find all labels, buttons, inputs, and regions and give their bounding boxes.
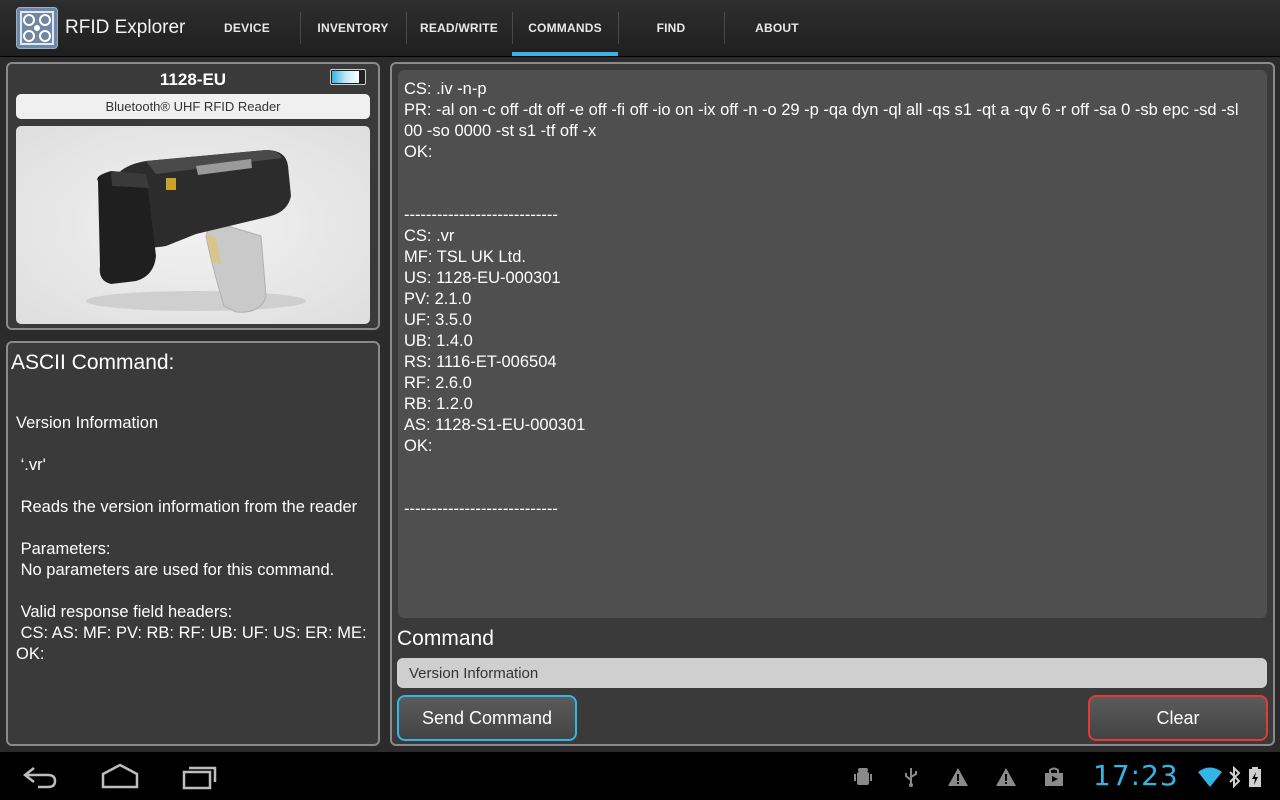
- status-clock: 17:23: [1093, 759, 1179, 792]
- command-info-panel: ASCII Command: Version Information ‘.vr'…: [6, 341, 380, 746]
- device-image: [16, 126, 370, 324]
- tab-device[interactable]: DEVICE: [194, 0, 300, 56]
- console-output[interactable]: CS: .iv -n-p PR: -al on -c off -dt off -…: [398, 70, 1267, 618]
- command-description: Version Information ‘.vr' Reads the vers…: [16, 414, 367, 663]
- shopping-bag-icon: [1045, 767, 1063, 786]
- device-name: 1128-EU: [159, 70, 227, 89]
- command-input[interactable]: [397, 658, 1267, 688]
- tab-commands[interactable]: COMMANDS: [512, 0, 618, 56]
- recent-apps-icon[interactable]: [180, 762, 220, 790]
- battery-level: [332, 71, 360, 83]
- tab-read-write[interactable]: READ/WRITE: [406, 0, 512, 56]
- app-title: RFID Explorer: [65, 17, 186, 38]
- command-label: Command: [397, 627, 494, 650]
- home-icon[interactable]: [100, 762, 140, 790]
- android-debug-icon: [854, 768, 872, 785]
- warning-icon: [996, 768, 1016, 786]
- warning-icon: [948, 768, 968, 786]
- send-command-button[interactable]: Send Command: [397, 695, 577, 741]
- system-bar: 17:23: [0, 752, 1280, 800]
- device-panel: 1128-EU Bluetooth® UHF RFID Reader: [6, 62, 380, 330]
- action-bar: RFID Explorer DEVICE INVENTORY READ/WRIT…: [0, 0, 1280, 57]
- usb-icon: [905, 768, 917, 787]
- rfid-app-icon[interactable]: [16, 7, 58, 49]
- bluetooth-icon: [1229, 766, 1241, 788]
- clear-button[interactable]: Clear: [1088, 695, 1268, 741]
- battery-icon: [330, 69, 366, 85]
- back-icon[interactable]: [20, 762, 60, 790]
- wifi-icon: [1198, 767, 1222, 787]
- tab-find[interactable]: FIND: [618, 0, 724, 56]
- battery-charging-icon: [1249, 767, 1261, 787]
- tab-bar: DEVICE INVENTORY READ/WRITE COMMANDS FIN…: [194, 0, 830, 56]
- console-panel: CS: .iv -n-p PR: -al on -c off -dt off -…: [390, 62, 1275, 746]
- tab-about[interactable]: ABOUT: [724, 0, 830, 56]
- device-description: Bluetooth® UHF RFID Reader: [16, 94, 370, 119]
- tab-inventory[interactable]: INVENTORY: [300, 0, 406, 56]
- ascii-command-title: ASCII Command:: [11, 351, 175, 374]
